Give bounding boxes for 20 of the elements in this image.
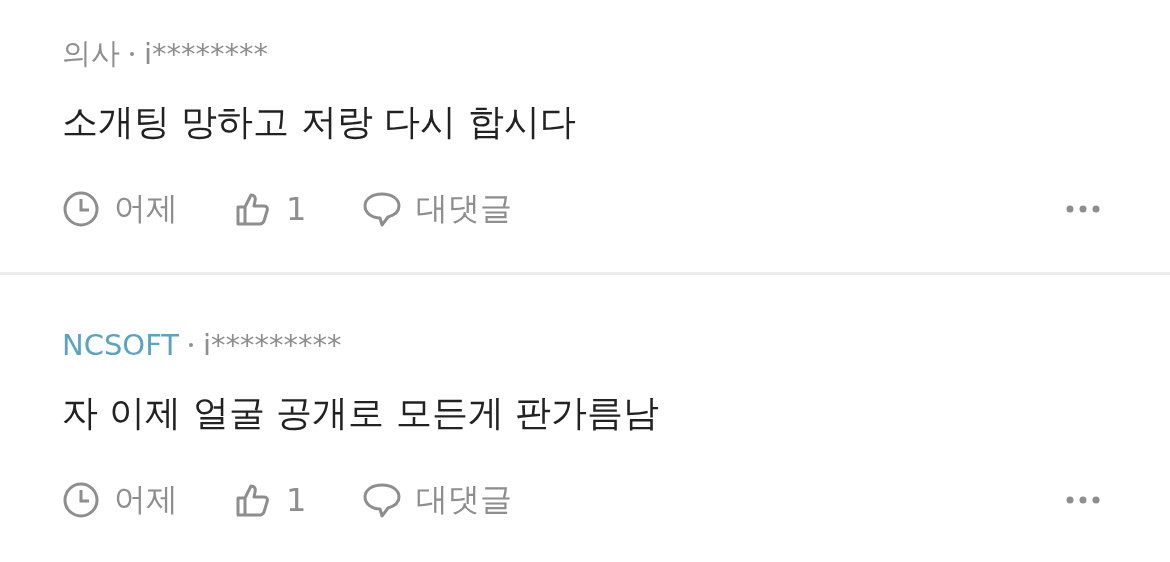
author-label: 의사 xyxy=(62,35,120,72)
time-label: 어제 xyxy=(114,188,178,229)
author-label: NCSOFT xyxy=(62,328,180,362)
username: i******** xyxy=(144,37,269,71)
clock-icon xyxy=(62,190,100,228)
clock-icon xyxy=(62,481,100,519)
comment-text: 소개팅 망하고 저랑 다시 합시다 xyxy=(62,100,577,144)
comment-text: 자 이제 얼굴 공개로 모든게 판가름남 xyxy=(62,391,661,435)
speech-bubble-icon xyxy=(362,481,403,519)
more-icon[interactable] xyxy=(1066,205,1100,213)
username: i********* xyxy=(203,328,342,362)
like-button[interactable]: 1 xyxy=(234,190,307,228)
time-label: 어제 xyxy=(114,479,178,520)
like-button[interactable]: 1 xyxy=(234,481,307,519)
separator-dot xyxy=(189,343,194,347)
more-icon[interactable] xyxy=(1066,496,1100,504)
reply-button[interactable]: 대댓글 xyxy=(362,478,513,522)
separator-dot xyxy=(130,52,134,56)
reply-button[interactable]: 대댓글 xyxy=(362,187,513,231)
speech-bubble-icon xyxy=(362,190,403,228)
